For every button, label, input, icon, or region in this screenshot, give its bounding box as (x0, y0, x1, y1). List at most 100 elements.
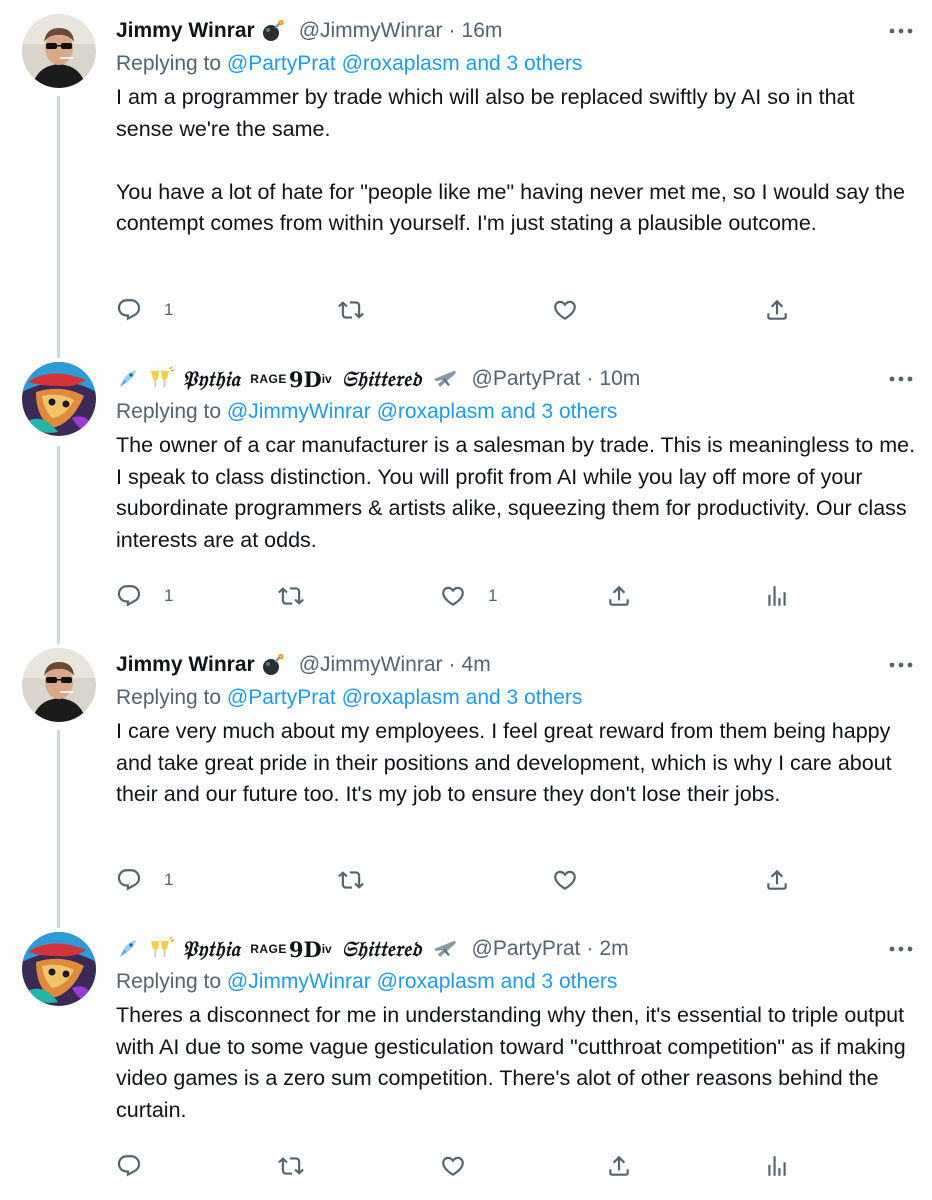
retweet-button[interactable] (338, 290, 386, 330)
more-icon[interactable] (886, 932, 916, 966)
reply-count: 1 (164, 300, 174, 319)
mention-link[interactable]: @PartyPrat (227, 686, 336, 709)
handle[interactable]: @PartyPrat (472, 367, 581, 391)
action-bar: 1 (116, 860, 916, 900)
tweet-paragraph: I care very much about my employees. I f… (116, 719, 892, 806)
share-icon (609, 585, 629, 606)
others-link[interactable]: and 3 others (466, 52, 583, 75)
bomb-emoji-icon (261, 19, 285, 43)
mention-link[interactable]: @roxaplasm (377, 970, 495, 993)
mention-link[interactable]: @roxaplasm (377, 400, 495, 423)
tweet[interactable]: Jimmy Winrar @JimmyWinrar · 16m Replying… (0, 14, 932, 344)
tweet[interactable]: Jimmy Winrar @JimmyWinrar · 4m Replying … (0, 648, 932, 908)
share-button[interactable] (606, 1146, 632, 1186)
tweet-text: I am a programmer by trade which will al… (116, 82, 916, 240)
retweet-button[interactable] (278, 1146, 326, 1186)
reply-button[interactable] (116, 1146, 164, 1186)
avatar[interactable] (22, 648, 96, 722)
rocket-emoji-icon (116, 367, 140, 391)
analytics-button[interactable] (764, 1146, 790, 1186)
retweet-button[interactable] (338, 860, 386, 900)
others-link[interactable]: and 3 others (501, 970, 618, 993)
retweet-button[interactable] (278, 576, 326, 616)
display-name-subscript: iv (321, 942, 332, 956)
more-icon[interactable] (886, 648, 916, 682)
mention-link[interactable]: @roxaplasm (342, 52, 460, 75)
others-link[interactable]: and 3 others (466, 686, 583, 709)
reply-icon (117, 1155, 141, 1177)
tweet-header: 𝔓𝔶𝔱𝔥𝔦𝔞 RAGE 9D iv 𝔖𝔥𝔦𝔱𝔱𝔢𝔯𝔢𝔡 @PartyPrat ·… (116, 362, 640, 396)
share-button[interactable] (764, 290, 790, 330)
tweet[interactable]: 𝔓𝔶𝔱𝔥𝔦𝔞 RAGE 9D iv 𝔖𝔥𝔦𝔱𝔱𝔢𝔯𝔢𝔡 @PartyPrat ·… (0, 932, 932, 1200)
reply-button[interactable]: 1 (116, 290, 173, 330)
more-icon[interactable] (886, 14, 916, 48)
like-icon (442, 586, 464, 606)
like-icon (554, 870, 576, 890)
handle[interactable]: @JimmyWinrar (299, 19, 443, 43)
tweet[interactable]: 𝔓𝔶𝔱𝔥𝔦𝔞 RAGE 9D iv 𝔖𝔥𝔦𝔱𝔱𝔢𝔯𝔢𝔡 @PartyPrat ·… (0, 362, 932, 632)
replying-to: Replying to @JimmyWinrar @roxaplasm and … (116, 396, 617, 428)
tweet-text: Theres a disconnect for me in understand… (116, 1000, 916, 1126)
replying-prefix: Replying to (116, 400, 222, 423)
mention-link[interactable]: @JimmyWinrar (227, 400, 371, 423)
share-icon (609, 1155, 629, 1176)
airplane-emoji-icon (432, 937, 458, 961)
mention-link[interactable]: @roxaplasm (342, 686, 460, 709)
like-button[interactable] (552, 860, 600, 900)
display-name[interactable]: 𝔓𝔶𝔱𝔥𝔦𝔞 (182, 936, 240, 962)
action-bar (116, 1146, 916, 1186)
separator-dot: · (586, 367, 594, 390)
like-icon (442, 1156, 464, 1176)
like-button[interactable]: 1 (440, 576, 497, 616)
handle[interactable]: @PartyPrat (472, 937, 581, 961)
analytics-icon (768, 586, 786, 606)
reply-button[interactable]: 1 (116, 576, 173, 616)
tweet-header: Jimmy Winrar @JimmyWinrar · 16m (116, 14, 502, 48)
airplane-emoji-icon (432, 367, 458, 391)
avatar[interactable] (22, 932, 96, 1006)
display-name-subscript: iv (321, 372, 332, 386)
conversation-thread: Jimmy Winrar @JimmyWinrar · 16m Replying… (0, 0, 932, 1200)
avatar[interactable] (22, 362, 96, 436)
cheers-emoji-icon (148, 937, 174, 961)
reply-count: 1 (164, 870, 174, 889)
tweet-header: Jimmy Winrar @JimmyWinrar · 4m (116, 648, 491, 682)
display-name[interactable]: 𝔓𝔶𝔱𝔥𝔦𝔞 (182, 366, 240, 392)
reply-icon (117, 585, 141, 607)
tweet-header: 𝔓𝔶𝔱𝔥𝔦𝔞 RAGE 9D iv 𝔖𝔥𝔦𝔱𝔱𝔢𝔯𝔢𝔡 @PartyPrat ·… (116, 932, 629, 966)
analytics-button[interactable] (764, 576, 790, 616)
replying-to: Replying to @PartyPrat @roxaplasm and 3 … (116, 682, 582, 714)
reply-icon (117, 299, 141, 321)
bomb-emoji-icon (261, 653, 285, 677)
mention-link[interactable]: @JimmyWinrar (227, 970, 371, 993)
action-bar: 1 (116, 290, 916, 330)
like-icon (554, 300, 576, 320)
reply-count: 1 (164, 586, 174, 605)
timestamp[interactable]: 10m (599, 367, 640, 391)
retweet-icon (278, 1157, 304, 1175)
display-name-superscript: RAGE (250, 372, 287, 386)
share-button[interactable] (606, 576, 632, 616)
reply-button[interactable]: 1 (116, 860, 173, 900)
timestamp[interactable]: 2m (599, 937, 628, 961)
handle[interactable]: @JimmyWinrar (299, 653, 443, 677)
tweet-paragraph: I am a programmer by trade which will al… (116, 85, 855, 141)
share-button[interactable] (764, 860, 790, 900)
others-link[interactable]: and 3 others (501, 400, 618, 423)
timestamp[interactable]: 4m (462, 653, 491, 677)
like-count: 1 (488, 586, 498, 605)
more-icon[interactable] (886, 362, 916, 396)
cheers-emoji-icon (148, 367, 174, 391)
tweet-paragraph: Theres a disconnect for me in understand… (116, 1003, 906, 1122)
like-button[interactable] (440, 1146, 488, 1186)
tweet-paragraph: You have a lot of hate for "people like … (116, 179, 905, 236)
separator-dot: · (448, 19, 456, 42)
display-name[interactable]: Jimmy Winrar (116, 19, 255, 43)
display-name[interactable]: Jimmy Winrar (116, 653, 255, 677)
timestamp[interactable]: 16m (462, 19, 503, 43)
display-name-superscript: RAGE (250, 942, 287, 956)
like-button[interactable] (552, 290, 600, 330)
mention-link[interactable]: @PartyPrat (227, 52, 336, 75)
avatar[interactable] (22, 14, 96, 88)
retweet-icon (338, 871, 364, 889)
